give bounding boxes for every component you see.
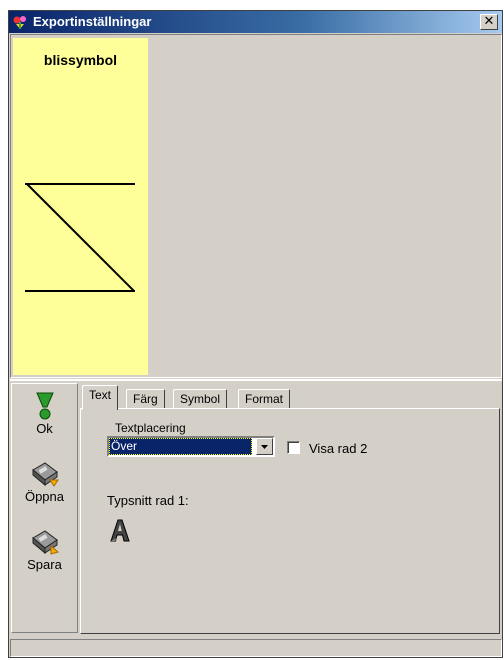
open-label: Öppna [24, 489, 65, 504]
save-disk-icon [31, 530, 59, 555]
close-icon: ✕ [483, 14, 495, 29]
chevron-down-icon [261, 445, 268, 449]
save-button[interactable]: Spara [12, 528, 77, 572]
symbol-card: blissymbol [13, 38, 148, 375]
font-icon[interactable] [109, 519, 131, 543]
tab-text[interactable]: Text [82, 385, 119, 410]
window-title: Exportinställningar [33, 14, 152, 29]
tab-symbol[interactable]: Symbol [173, 389, 228, 409]
open-button[interactable]: Öppna [12, 460, 77, 504]
status-bar [10, 639, 502, 657]
side-toolbar: Ok Öppna Spara [11, 383, 78, 633]
bliss-symbol-graphic [25, 183, 135, 292]
show-row2-label: Visa rad 2 [309, 441, 368, 456]
preview-area: blissymbol [10, 34, 502, 378]
show-row2-checkbox[interactable] [287, 441, 300, 454]
font-row1-label: Typsnitt rad 1: [107, 493, 189, 508]
text-placement-value: Över [109, 438, 252, 455]
save-label: Spara [27, 557, 62, 572]
tab-color[interactable]: Färg [126, 389, 165, 409]
export-settings-window: Exportinställningar ✕ blissymbol Ok Öppn… [8, 10, 503, 658]
settings-panel: Ok Öppna Spara Text Färg Symbol Format T… [10, 379, 502, 637]
ok-button[interactable]: Ok [12, 392, 77, 436]
text-tab-panel: Textplacering Över Visa rad 2 Typsnitt r… [80, 408, 500, 634]
app-icon [13, 16, 26, 29]
dropdown-button[interactable] [256, 438, 273, 455]
tab-format[interactable]: Format [238, 389, 291, 409]
symbol-title: blissymbol [43, 52, 118, 68]
exclamation-ok-icon [35, 392, 54, 420]
title-bar[interactable]: Exportinställningar ✕ [9, 11, 502, 33]
open-disk-icon [31, 462, 59, 487]
close-button[interactable]: ✕ [480, 14, 498, 30]
ok-label: Ok [36, 421, 53, 436]
text-placement-select[interactable]: Över [107, 436, 275, 457]
text-placement-label: Textplacering [115, 421, 186, 435]
